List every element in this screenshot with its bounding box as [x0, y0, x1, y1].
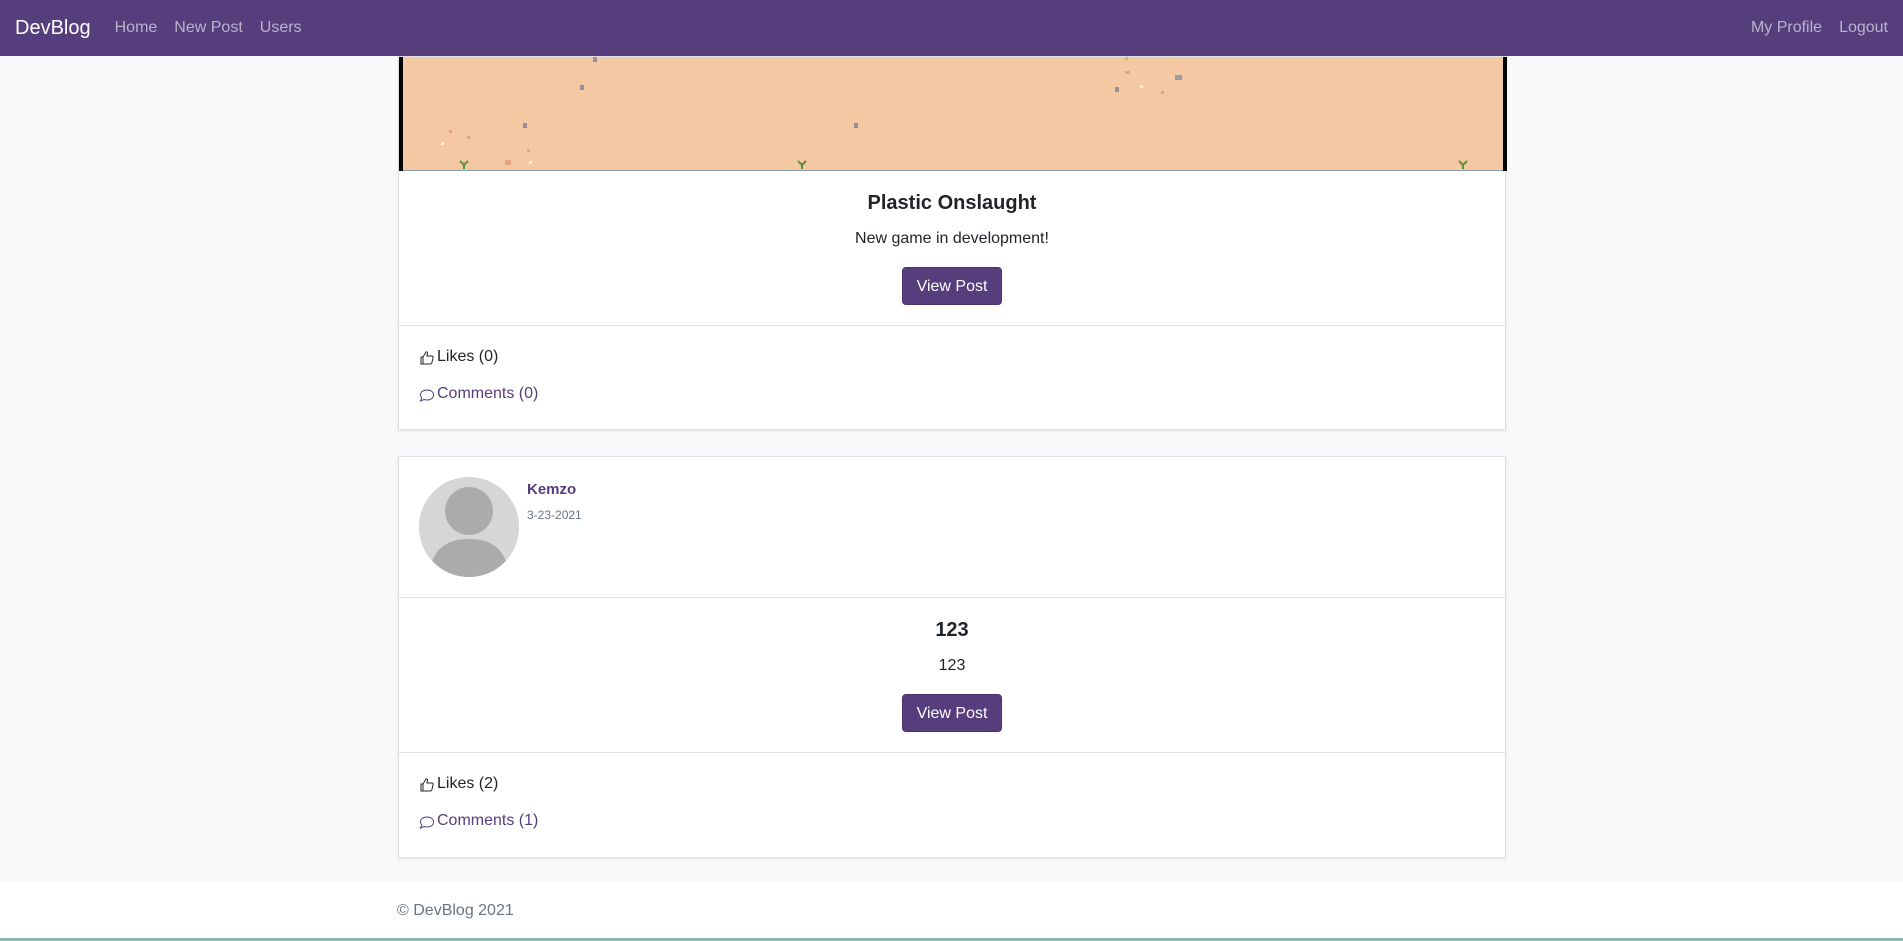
likes-count: Likes (2) [437, 775, 499, 792]
nav-right: My Profile Logout [1734, 19, 1888, 37]
avatar[interactable] [419, 477, 519, 577]
brand-logo[interactable]: DevBlog [15, 17, 91, 40]
post-footer: Likes (0) Comments (0) [399, 326, 1505, 403]
like-button[interactable]: Likes (2) [419, 775, 1505, 793]
post-cover-image [399, 57, 1507, 171]
comments-count: Comments (1) [437, 812, 539, 829]
post-footer: Likes (2) Comments (1) [399, 753, 1505, 830]
nav-logout[interactable]: Logout [1839, 19, 1888, 37]
comments-count: Comments (0) [437, 385, 539, 402]
post-date: 3-23-2021 [527, 508, 582, 522]
like-button[interactable]: Likes (0) [419, 348, 1505, 366]
sprout-icon [797, 160, 807, 169]
post-title: Plastic Onslaught [867, 192, 1037, 214]
copyright-text: © DevBlog 2021 [397, 902, 514, 919]
post-description: New game in development! [855, 230, 1049, 247]
comments-link[interactable]: Comments (0) [419, 385, 1505, 403]
comments-link[interactable]: Comments (1) [419, 812, 1505, 830]
thumbs-up-icon [420, 351, 434, 365]
site-footer: © DevBlog 2021 [0, 882, 1903, 938]
view-post-button[interactable]: View Post [901, 694, 1003, 732]
post-body: 123 123 View Post [399, 598, 1505, 753]
sprout-icon [1458, 160, 1468, 169]
view-post-button[interactable]: View Post [901, 267, 1003, 305]
chat-bubble-icon [419, 389, 435, 402]
post-card: Kemzo 3-23-2021 123 123 View Post Likes … [398, 456, 1506, 858]
thumbs-up-icon [420, 778, 434, 792]
user-silhouette-icon [419, 477, 519, 577]
author-name[interactable]: Kemzo [527, 481, 576, 498]
likes-count: Likes (0) [437, 348, 499, 365]
nav-users[interactable]: Users [260, 19, 302, 37]
post-body: Plastic Onslaught New game in developmen… [399, 171, 1505, 326]
post-description: 123 [938, 657, 966, 674]
nav-new-post[interactable]: New Post [174, 19, 242, 37]
chat-bubble-icon [419, 816, 435, 829]
post-author-header: Kemzo 3-23-2021 [399, 457, 1505, 598]
nav-my-profile[interactable]: My Profile [1751, 19, 1822, 37]
post-title: 123 [935, 619, 969, 641]
nav-home[interactable]: Home [115, 19, 158, 37]
sprout-icon [459, 160, 469, 169]
navbar: DevBlog Home New Post Users My Profile L… [0, 0, 1903, 56]
post-card: Plastic Onslaught New game in developmen… [398, 56, 1507, 430]
